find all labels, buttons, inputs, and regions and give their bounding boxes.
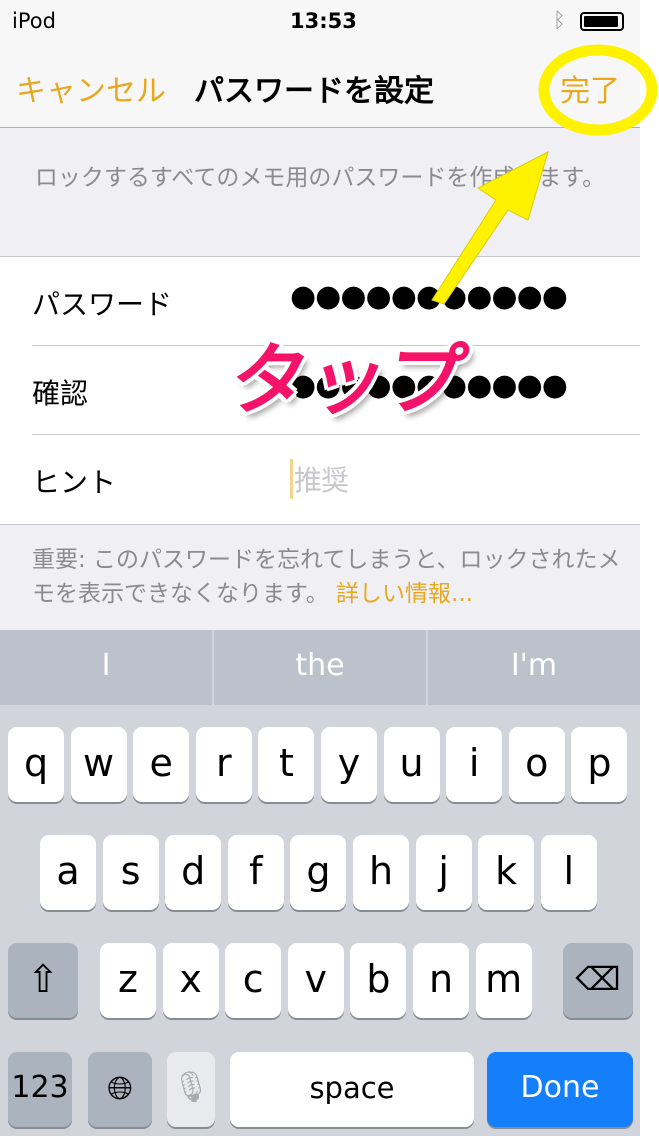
key-o[interactable]: o xyxy=(508,727,565,802)
suggestion[interactable]: I xyxy=(0,630,214,705)
key-k[interactable]: k xyxy=(478,835,535,910)
key-j[interactable]: j xyxy=(415,835,472,910)
password-label: パスワード xyxy=(32,288,173,321)
done-button[interactable]: 完了 xyxy=(560,66,620,110)
key-f[interactable]: f xyxy=(227,835,284,910)
done-key[interactable]: Done xyxy=(487,1052,633,1127)
suggestion-bar: I the I'm xyxy=(0,630,640,705)
key-q[interactable]: q xyxy=(8,727,64,802)
confirm-label: 確認 xyxy=(32,377,89,410)
key-e[interactable]: e xyxy=(133,727,190,802)
globe-icon: 🌐︎ xyxy=(107,1069,133,1107)
app: iPod 13:53 ᛒ キャンセル パスワードを設定 完了 ロックするすべての… xyxy=(0,0,640,1136)
key-x[interactable]: x xyxy=(162,943,219,1018)
cancel-button[interactable]: キャンセル xyxy=(16,66,166,110)
key-y[interactable]: y xyxy=(321,727,377,802)
battery-icon xyxy=(580,12,624,31)
bluetooth-icon: ᛒ xyxy=(553,8,566,32)
key-r[interactable]: r xyxy=(195,727,252,802)
hint-label: ヒント xyxy=(32,466,117,499)
carrier: iPod xyxy=(12,9,56,33)
key-h[interactable]: h xyxy=(353,835,409,910)
suggestion[interactable]: the xyxy=(214,630,428,705)
key-n[interactable]: n xyxy=(413,943,469,1018)
dictation-key[interactable]: 🎙︎ xyxy=(167,1052,215,1127)
key-z[interactable]: z xyxy=(100,943,156,1018)
key-v[interactable]: v xyxy=(287,943,344,1018)
key-p[interactable]: p xyxy=(571,727,628,802)
key-a[interactable]: a xyxy=(40,835,96,910)
key-l[interactable]: l xyxy=(540,835,597,910)
status-bar: iPod 13:53 ᛒ xyxy=(0,0,640,42)
backspace-icon: ⌫ xyxy=(575,960,621,998)
key-b[interactable]: b xyxy=(350,943,407,1018)
key-t[interactable]: t xyxy=(258,727,315,802)
learn-more-link[interactable]: 詳しい情報... xyxy=(336,581,473,607)
space-key[interactable]: space xyxy=(230,1052,474,1127)
description: ロックするすべてのメモ用のパスワードを作成します。 xyxy=(34,165,606,191)
numbers-key[interactable]: 123 xyxy=(8,1052,72,1127)
clock: 13:53 xyxy=(290,9,357,33)
key-c[interactable]: c xyxy=(225,943,282,1018)
key-d[interactable]: d xyxy=(165,835,222,910)
key-w[interactable]: w xyxy=(70,727,127,802)
shift-icon: ⇧ xyxy=(27,957,59,1001)
note: 重要: このパスワードを忘れてしまうと、ロックされたメモを表示できなくなります。… xyxy=(32,543,622,611)
navigation-bar: キャンセル パスワードを設定 完了 xyxy=(0,42,640,128)
key-i[interactable]: i xyxy=(446,727,503,802)
backspace-key[interactable]: ⌫ xyxy=(563,943,633,1018)
suggestion[interactable]: I'm xyxy=(428,630,640,705)
globe-key[interactable]: 🌐︎ xyxy=(88,1052,152,1127)
key-s[interactable]: s xyxy=(102,835,159,910)
note-text: 重要: このパスワードを忘れてしまうと、ロックされたメモを表示できなくなります。 xyxy=(32,547,621,607)
tap-annotation: タップ xyxy=(224,336,472,426)
shift-key[interactable]: ⇧ xyxy=(8,943,78,1018)
key-g[interactable]: g xyxy=(290,835,347,910)
page-title: パスワードを設定 xyxy=(194,74,434,109)
key-u[interactable]: u xyxy=(383,727,440,802)
hint-field[interactable]: 推奨 xyxy=(290,459,349,499)
key-m[interactable]: m xyxy=(475,943,532,1018)
microphone-icon: 🎙︎ xyxy=(171,1070,211,1105)
keyboard: I the I'm qwertyuiop asdfghjkl zxcvbnm ⇧ ⌫… xyxy=(0,630,640,1136)
password-field[interactable]: ●●●●●●●●●●● xyxy=(290,279,568,314)
hint-row[interactable]: ヒント 推奨 xyxy=(32,435,640,524)
